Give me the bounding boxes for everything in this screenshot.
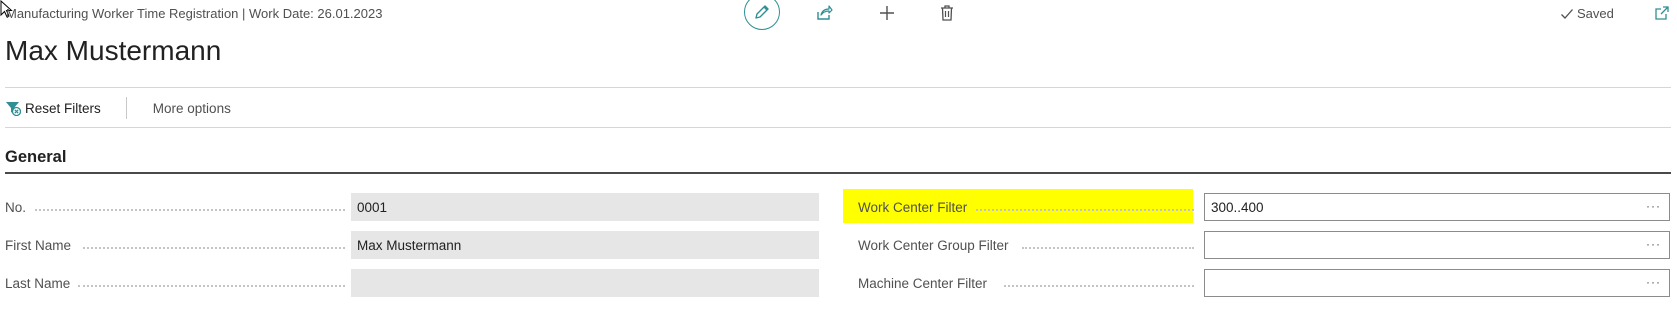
dotted-leader	[976, 208, 1194, 211]
dotted-leader	[83, 246, 345, 249]
checkmark-icon	[1561, 8, 1573, 19]
page-title: Max Mustermann	[5, 35, 222, 66]
top-bar: Manufacturing Worker Time Registration |…	[0, 0, 1677, 30]
dotted-leader	[35, 208, 345, 211]
divider	[5, 87, 1671, 88]
dotted-leader	[78, 284, 345, 287]
toolbar-separator	[125, 97, 127, 119]
dotted-leader	[1022, 246, 1194, 249]
saved-status: Saved	[1560, 6, 1614, 21]
field-label-no: No.	[5, 199, 27, 215]
lookup-ellipsis-button[interactable]: ···	[1646, 275, 1661, 289]
breadcrumb: Manufacturing Worker Time Registration |…	[6, 6, 383, 21]
machine-center-filter-input[interactable]: ···	[1204, 269, 1670, 297]
saved-label: Saved	[1577, 6, 1614, 21]
work-center-filter-input[interactable]: 300..400 ···	[1204, 193, 1670, 221]
lookup-ellipsis-button[interactable]: ···	[1646, 199, 1661, 213]
more-options-button[interactable]: More options	[153, 101, 231, 116]
trash-icon[interactable]	[937, 3, 957, 23]
reset-filters-button[interactable]: Reset Filters	[5, 100, 101, 116]
last-name-field	[351, 269, 819, 297]
first-name-field: Max Mustermann	[351, 231, 819, 259]
divider	[5, 127, 1671, 128]
reset-filter-icon	[6, 102, 21, 116]
popout-icon[interactable]	[1654, 5, 1670, 21]
field-label-last-name: Last Name	[5, 275, 71, 291]
share-icon[interactable]	[814, 3, 834, 23]
work-center-filter-value: 300..400	[1211, 199, 1264, 215]
action-toolbar: Reset Filters More options	[5, 94, 231, 122]
section-underline	[5, 172, 1671, 174]
field-label-machine-center-filter: Machine Center Filter	[858, 275, 988, 291]
field-label-work-center-filter: Work Center Filter	[858, 199, 968, 215]
field-label-work-center-group-filter: Work Center Group Filter	[858, 237, 1009, 253]
work-center-group-filter-input[interactable]: ···	[1204, 231, 1670, 259]
dotted-leader	[1004, 284, 1194, 287]
no-field: 0001	[351, 193, 819, 221]
reset-filters-label: Reset Filters	[25, 100, 101, 116]
plus-icon[interactable]	[877, 3, 897, 23]
lookup-ellipsis-button[interactable]: ···	[1646, 237, 1661, 251]
section-title-general[interactable]: General	[5, 148, 66, 167]
field-label-first-name: First Name	[5, 237, 72, 253]
pencil-icon[interactable]	[744, 0, 780, 30]
